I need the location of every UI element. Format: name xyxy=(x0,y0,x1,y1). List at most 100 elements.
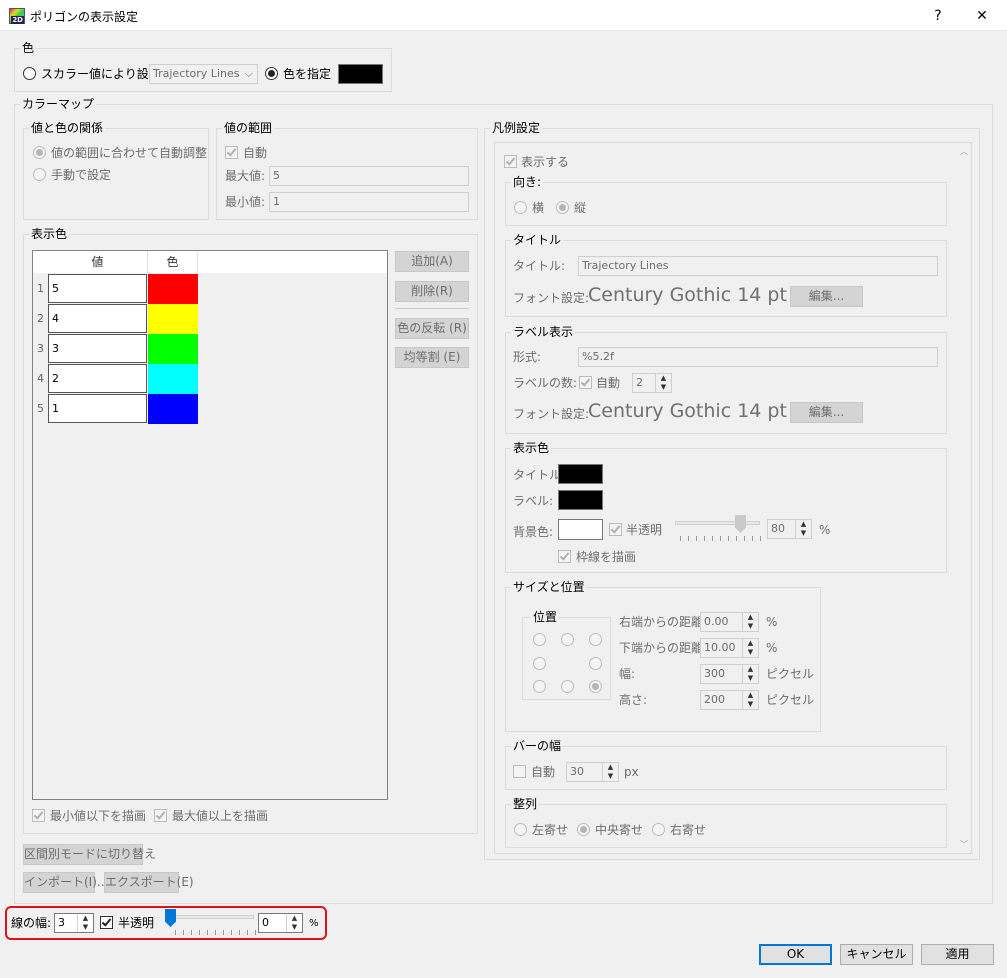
legend-scrollbar[interactable]: ︿ ﹀ xyxy=(958,144,971,852)
specify-color-swatch[interactable] xyxy=(338,64,383,84)
max-input[interactable]: 5 xyxy=(269,166,469,186)
title-font-label: フォント設定: xyxy=(513,291,590,305)
bar-width-spinner[interactable]: ▲ ▼ xyxy=(602,763,618,781)
align-center-radio[interactable] xyxy=(577,823,590,836)
position-radio-0-2[interactable] xyxy=(589,633,602,646)
help-button[interactable]: ? xyxy=(918,4,958,28)
height-spinner[interactable]: ▲ ▼ xyxy=(742,691,758,709)
close-button[interactable]: ✕ xyxy=(962,4,1002,28)
height-label: 高さ: xyxy=(619,693,648,707)
title-font-edit-button[interactable]: 編集... xyxy=(790,286,863,307)
color-table[interactable]: 値 色 1524334251 xyxy=(32,250,388,800)
color-group-title: 色 xyxy=(20,41,37,55)
row-color-cell[interactable] xyxy=(148,364,198,394)
legend-semi-checkbox[interactable] xyxy=(609,523,622,536)
scalar-label: スカラー値により設定 xyxy=(41,67,161,81)
range-auto-label: 自動 xyxy=(243,146,268,160)
auto-adjust-radio[interactable] xyxy=(33,146,46,159)
ok-button[interactable]: OK xyxy=(759,944,832,965)
range-auto-checkbox[interactable] xyxy=(225,146,238,159)
add-button[interactable]: 追加(A) xyxy=(395,251,469,272)
right-distance-unit: % xyxy=(766,615,778,629)
right-distance-input[interactable]: 0.00 ▲ ▼ xyxy=(700,612,759,632)
row-color-cell[interactable] xyxy=(148,394,198,424)
align-left-radio[interactable] xyxy=(514,823,527,836)
label-color-swatch[interactable] xyxy=(558,490,603,510)
legend-title-input[interactable]: Trajectory Lines xyxy=(578,256,938,276)
legend-show-checkbox[interactable] xyxy=(504,155,517,168)
width-input[interactable]: 300 ▲ ▼ xyxy=(700,664,759,684)
row-value-cell[interactable]: 4 xyxy=(48,304,147,333)
position-radio-2-2[interactable] xyxy=(589,680,602,693)
title-color-swatch[interactable] xyxy=(558,464,603,484)
legend-title-group-title: タイトル xyxy=(511,233,564,247)
specify-color-radio[interactable] xyxy=(265,67,278,80)
row-color-cell[interactable] xyxy=(148,334,198,364)
position-radio-1-0[interactable] xyxy=(533,657,546,670)
row-color-cell[interactable] xyxy=(148,304,198,334)
legend-opacity-input[interactable]: 80 ▲ ▼ xyxy=(767,519,812,539)
label-font-edit-button[interactable]: 編集... xyxy=(790,402,863,423)
manual-label: 手動で設定 xyxy=(51,168,112,182)
scroll-up-icon[interactable]: ︿ xyxy=(960,146,968,157)
row-value-cell[interactable]: 3 xyxy=(48,334,147,363)
position-radio-2-0[interactable] xyxy=(533,680,546,693)
bar-width-auto-checkbox[interactable] xyxy=(513,765,526,778)
apply-button[interactable]: 適用 xyxy=(921,944,994,965)
bottom-distance-input[interactable]: 10.00 ▲ ▼ xyxy=(700,638,759,658)
align-right-radio[interactable] xyxy=(652,823,665,836)
orientation-group xyxy=(505,182,947,226)
relation-title: 値と色の関係 xyxy=(29,121,106,135)
delete-button[interactable]: 削除(R) xyxy=(395,281,469,302)
vertical-radio[interactable] xyxy=(556,201,569,214)
format-input[interactable]: %5.2f xyxy=(578,347,938,367)
switch-mode-button[interactable]: 区間別モードに切り替え xyxy=(23,844,156,865)
label-count-spinner[interactable]: ▲ ▼ xyxy=(655,374,671,392)
width-spinner[interactable]: ▲ ▼ xyxy=(742,665,758,683)
invert-button[interactable]: 色の反転 (R) xyxy=(395,318,469,339)
window-title: ポリゴンの表示設定 xyxy=(30,10,139,24)
width-unit: ピクセル xyxy=(766,667,815,681)
horizontal-label: 横 xyxy=(532,201,545,215)
draw-below-min-checkbox[interactable] xyxy=(32,809,45,822)
export-button[interactable]: エクスポート(E) xyxy=(104,872,194,893)
col-color-header[interactable]: 色 xyxy=(148,251,198,273)
position-radio-1-2[interactable] xyxy=(589,657,602,670)
scroll-down-icon[interactable]: ﹀ xyxy=(960,839,968,850)
bar-width-input[interactable]: 30 ▲ ▼ xyxy=(566,762,619,782)
scalar-radio[interactable] xyxy=(23,67,36,80)
position-radio-2-1[interactable] xyxy=(561,680,574,693)
bottom-distance-spinner[interactable]: ▲ ▼ xyxy=(742,639,758,657)
right-distance-spinner[interactable]: ▲ ▼ xyxy=(742,613,758,631)
draw-above-max-checkbox[interactable] xyxy=(154,809,167,822)
horizontal-radio[interactable] xyxy=(514,201,527,214)
cancel-button[interactable]: キャンセル xyxy=(840,944,913,965)
equal-split-button[interactable]: 均等割 (E) xyxy=(395,347,469,368)
width-value: 300 xyxy=(704,667,725,680)
legend-opacity-spinner[interactable]: ▲ ▼ xyxy=(795,520,811,538)
legend-opacity-track[interactable] xyxy=(675,521,760,525)
manual-radio[interactable] xyxy=(33,168,46,181)
row-value-cell[interactable]: 5 xyxy=(48,274,147,303)
import-button[interactable]: インポート(I)... xyxy=(23,872,108,893)
scalar-select[interactable]: Trajectory Lines ⌵ xyxy=(149,64,258,84)
bg-color-swatch[interactable] xyxy=(558,519,603,540)
border-checkbox[interactable] xyxy=(558,550,571,563)
height-unit: ピクセル xyxy=(766,693,815,707)
row-color-cell[interactable] xyxy=(148,274,198,304)
min-input[interactable]: 1 xyxy=(269,192,469,212)
row-value-cell[interactable]: 1 xyxy=(48,394,147,423)
label-count-input[interactable]: 2 ▲ ▼ xyxy=(632,373,672,393)
row-value-cell[interactable]: 2 xyxy=(48,364,147,393)
format-label: 形式: xyxy=(513,350,542,364)
legend-opacity-ticks xyxy=(680,536,761,542)
colormap-title: カラーマップ xyxy=(20,97,97,111)
label-display-title: ラベル表示 xyxy=(511,325,576,339)
col-value-header[interactable]: 値 xyxy=(48,251,148,273)
border-label: 枠線を描画 xyxy=(576,550,637,564)
display-colors-title: 表示色 xyxy=(29,227,70,241)
position-radio-0-1[interactable] xyxy=(561,633,574,646)
label-count-auto-checkbox[interactable] xyxy=(579,376,592,389)
position-radio-0-0[interactable] xyxy=(533,633,546,646)
height-input[interactable]: 200 ▲ ▼ xyxy=(700,690,759,710)
